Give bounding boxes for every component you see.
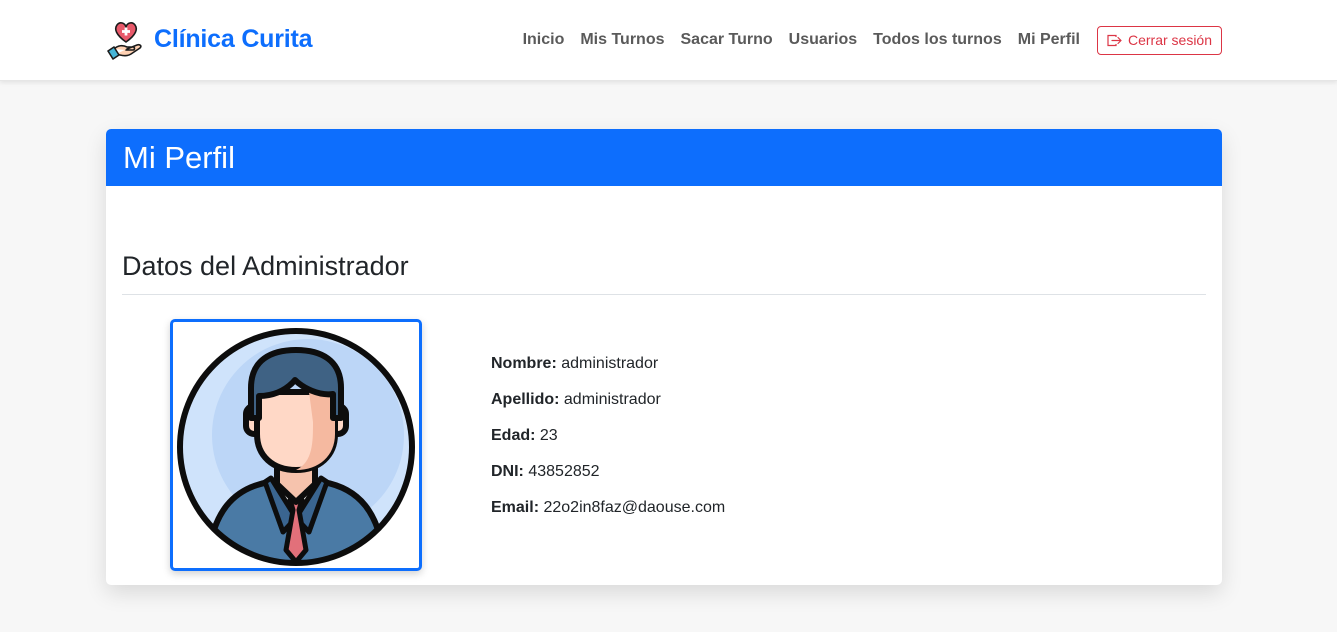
nav-link-inicio[interactable]: Inicio [523,25,565,55]
brand-link[interactable]: Clínica Curita [106,18,313,60]
apellido-value: administrador [563,391,661,408]
edad-label: Edad: [491,427,536,444]
navbar: Clínica Curita Inicio Mis Turnos Sacar T… [0,0,1337,81]
email-label: Email: [491,499,540,516]
nombre-label: Nombre: [491,355,557,372]
nav-link-usuarios[interactable]: Usuarios [789,25,857,55]
email-value: 22o2in8faz@daouse.com [543,499,726,516]
dni-row: DNI: 43852852 [491,462,725,482]
logout-button[interactable]: Cerrar sesión [1096,25,1222,55]
card-header: Mi Perfil [106,129,1222,186]
email-row: Email: 22o2in8faz@daouse.com [491,498,725,518]
edad-value: 23 [539,427,558,444]
nav-menu: Inicio Mis Turnos Sacar Turno Usuarios T… [523,25,1222,55]
nombre-value: administrador [561,355,659,372]
profile-info: Nombre: administrador Apellido: administ… [491,354,725,534]
nav-link-sacar-turno[interactable]: Sacar Turno [681,25,773,55]
dni-label: DNI: [491,463,524,480]
dni-value: 43852852 [528,463,600,480]
section-title: Datos del Administrador [122,251,409,281]
nav-link-todos-los-turnos[interactable]: Todos los turnos [873,25,1002,55]
nombre-row: Nombre: administrador [491,354,725,374]
page-title: Mi Perfil [123,139,235,175]
edad-row: Edad: 23 [491,426,725,446]
section-divider [122,294,1206,295]
apellido-row: Apellido: administrador [491,390,725,410]
nav-link-mi-perfil[interactable]: Mi Perfil [1018,25,1080,55]
profile-card: Mi Perfil Datos del Administrador Nombre… [106,129,1222,585]
box-arrow-right-icon [1107,34,1122,46]
heart-hand-icon [107,22,142,60]
logout-label: Cerrar sesión [1127,32,1212,48]
apellido-label: Apellido: [491,391,560,408]
brand-name: Clínica Curita [154,24,313,53]
avatar [170,319,422,571]
businessman-avatar-icon [177,328,415,566]
nav-link-mis-turnos[interactable]: Mis Turnos [580,25,664,55]
